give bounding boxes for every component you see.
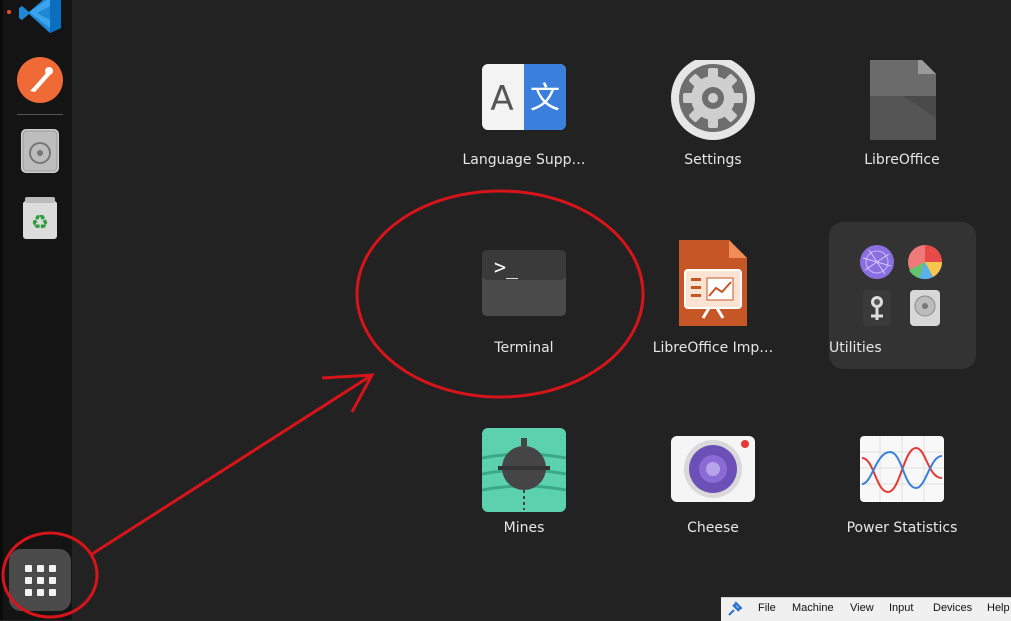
menu-view[interactable]: View (850, 602, 874, 614)
menu-devices[interactable]: Devices (933, 602, 972, 614)
annotation-overlay (1, 189, 645, 619)
menu-help[interactable]: Help (987, 602, 1010, 614)
virtualbox-menu-bar: File Machine View Input Devices Help (721, 597, 1011, 621)
menu-machine[interactable]: Machine (792, 602, 834, 614)
annotation-circle-show-apps (1, 531, 99, 619)
menu-file[interactable]: File (758, 602, 776, 614)
annotation-circle-terminal (355, 189, 645, 399)
virtualbox-pin-icon[interactable] (727, 601, 743, 617)
annotation-arrow (91, 373, 373, 556)
menu-input[interactable]: Input (889, 602, 913, 614)
